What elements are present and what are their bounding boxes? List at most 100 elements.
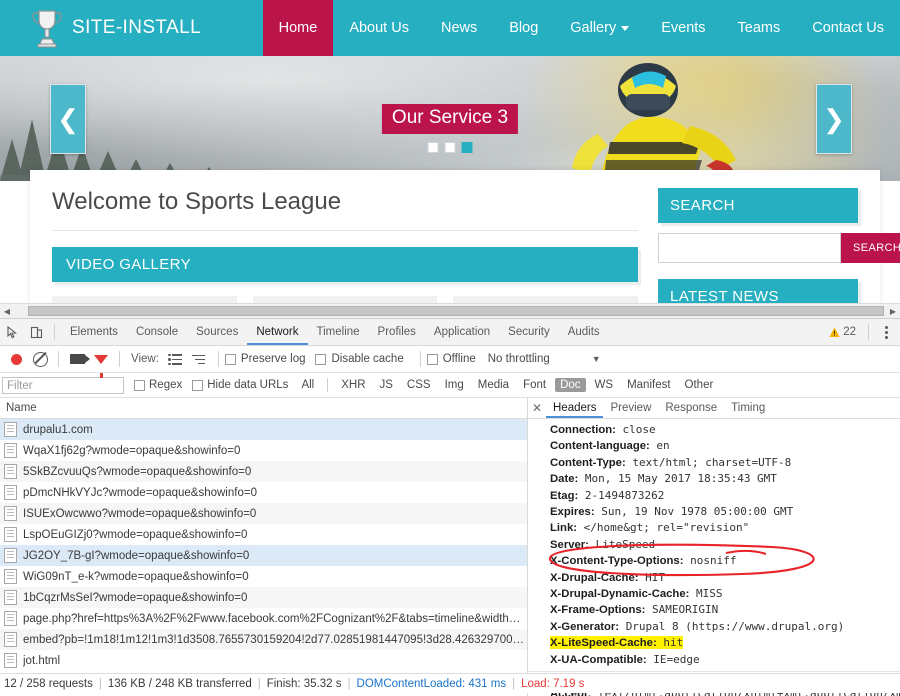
table-row[interactable]: WqaX1fj62g?wmode=opaque&showinfo=0 xyxy=(0,440,527,461)
carousel-next-button[interactable]: ❯ xyxy=(816,83,852,154)
search-button[interactable]: SEARCH xyxy=(841,233,900,263)
devtools-more-menu-icon[interactable] xyxy=(881,325,892,339)
header-value: nosniff xyxy=(690,554,737,568)
inspect-element-icon[interactable] xyxy=(0,320,24,344)
nav-label: Contact Us xyxy=(812,20,884,36)
site-logo[interactable]: SITE-INSTALL xyxy=(0,8,263,48)
type-filter-font[interactable]: Font xyxy=(518,378,551,392)
detail-tab-timing[interactable]: Timing xyxy=(724,398,772,418)
type-filter-media[interactable]: Media xyxy=(473,378,514,392)
carousel-dot-3[interactable] xyxy=(461,142,473,153)
type-filter-all[interactable]: All xyxy=(296,378,319,392)
tab-console[interactable]: Console xyxy=(127,319,187,345)
table-row[interactable]: jot.html xyxy=(0,650,527,671)
carousel-dot-1[interactable] xyxy=(427,142,439,153)
type-filter-xhr[interactable]: XHR xyxy=(336,378,370,392)
tab-security[interactable]: Security xyxy=(499,319,559,345)
table-row[interactable]: 5SkBZcvuuQs?wmode=opaque&showinfo=0 xyxy=(0,461,527,482)
header-row: Link: </home&gt; rel="revision" xyxy=(528,520,900,536)
request-list: Name drupalu1.com WqaX1fj62g?wmode=opaqu… xyxy=(0,398,528,696)
waterfall-view-button[interactable] xyxy=(188,347,212,371)
table-row[interactable]: embed?pb=!1m18!1m12!1m3!1d3508.765573015… xyxy=(0,629,527,650)
disable-cache-checkbox[interactable]: Disable cache xyxy=(315,353,404,365)
header-value: </home&gt; rel="revision" xyxy=(583,521,750,535)
table-row[interactable]: WiG09nT_e-k?wmode=opaque&showinfo=0 xyxy=(0,566,527,587)
document-icon xyxy=(4,527,17,542)
nav-item-gallery[interactable]: Gallery xyxy=(554,0,645,56)
type-filter-img[interactable]: Img xyxy=(440,378,469,392)
header-key: Date: xyxy=(550,473,579,486)
tab-network[interactable]: Network xyxy=(247,319,308,345)
clear-button[interactable] xyxy=(28,347,52,371)
offline-checkbox[interactable]: Offline xyxy=(426,353,476,365)
nav-item-teams[interactable]: Teams xyxy=(722,0,797,56)
header-value: MISS xyxy=(695,587,723,601)
record-button[interactable] xyxy=(4,347,28,371)
header-row: Content-language: en xyxy=(528,438,900,454)
tab-profiles[interactable]: Profiles xyxy=(369,319,425,345)
table-row[interactable]: JG2OY_7B-gI?wmode=opaque&showinfo=0 xyxy=(0,545,527,566)
table-row[interactable]: ISUExOwcwwo?wmode=opaque&showinfo=0 xyxy=(0,503,527,524)
page-horizontal-scrollbar[interactable]: ◀ ▶ xyxy=(0,303,900,318)
detail-tab-preview[interactable]: Preview xyxy=(603,398,658,418)
scroll-left-arrow[interactable]: ◀ xyxy=(0,304,14,318)
type-filter-css[interactable]: CSS xyxy=(402,378,436,392)
detail-tab-headers[interactable]: Headers xyxy=(546,398,604,418)
table-row[interactable]: 1bCqzrMsSeI?wmode=opaque&showinfo=0 xyxy=(0,587,527,608)
scrollbar-track[interactable] xyxy=(14,304,886,318)
checkbox-box xyxy=(134,379,145,391)
header-value: SAMEORIGIN xyxy=(652,603,719,617)
filter-toggle-button[interactable] xyxy=(89,347,113,378)
header-value: Mon, 15 May 2017 18:35:43 GMT xyxy=(584,472,777,486)
cyclist-image xyxy=(572,63,736,181)
scrollbar-thumb[interactable] xyxy=(28,306,884,316)
list-view-button[interactable] xyxy=(164,347,188,371)
type-filter-manifest[interactable]: Manifest xyxy=(622,378,675,392)
table-row[interactable]: drupalu1.com xyxy=(0,419,527,440)
checkbox-box xyxy=(315,353,327,365)
carousel-prev-button[interactable]: ❮ xyxy=(50,83,86,154)
nav-item-about-us[interactable]: About Us xyxy=(333,0,425,56)
type-filter-doc[interactable]: Doc xyxy=(555,378,586,392)
divider xyxy=(327,378,329,392)
regex-checkbox[interactable]: Regex xyxy=(134,379,182,391)
carousel-dot-2[interactable] xyxy=(444,142,456,153)
preserve-log-checkbox[interactable]: Preserve log xyxy=(224,353,305,365)
nav-label: Teams xyxy=(737,20,781,36)
header-key: Server: xyxy=(550,538,589,551)
nav-item-events[interactable]: Events xyxy=(645,0,721,56)
tab-sources[interactable]: Sources xyxy=(187,319,247,345)
table-row[interactable]: page.php?href=https%3A%2F%2Fwww.facebook… xyxy=(0,608,527,629)
scroll-right-arrow[interactable]: ▶ xyxy=(886,304,900,318)
header-key: Etag: xyxy=(550,489,579,502)
request-name: drupalu1.com xyxy=(23,423,93,436)
filter-input[interactable]: Filter xyxy=(2,376,124,394)
detail-tab-response[interactable]: Response xyxy=(658,398,724,418)
request-name: JG2OY_7B-gI?wmode=opaque&showinfo=0 xyxy=(23,549,250,562)
type-filter-ws[interactable]: WS xyxy=(590,378,619,392)
type-filter-js[interactable]: JS xyxy=(375,378,398,392)
table-row[interactable]: LspOEuGIZj0?wmode=opaque&showinfo=0 xyxy=(0,524,527,545)
header-key: X-LiteSpeed-Cache: xyxy=(550,637,657,650)
type-filter-other[interactable]: Other xyxy=(680,378,719,392)
close-icon[interactable]: ✕ xyxy=(528,401,546,415)
nav-item-home[interactable]: Home xyxy=(262,0,334,56)
nav-item-contact-us[interactable]: Contact Us xyxy=(796,0,900,56)
tab-timeline[interactable]: Timeline xyxy=(308,319,369,345)
throttling-select[interactable]: No throttling xyxy=(488,353,550,365)
nav-item-news[interactable]: News xyxy=(425,0,493,56)
toggle-device-toolbar-icon[interactable] xyxy=(24,320,48,344)
throttling-caret-icon[interactable]: ▼ xyxy=(592,354,601,364)
tab-application[interactable]: Application xyxy=(425,319,499,345)
tab-elements[interactable]: Elements xyxy=(61,319,127,345)
document-icon xyxy=(4,653,17,668)
nav-item-blog[interactable]: Blog xyxy=(493,0,554,56)
tab-audits[interactable]: Audits xyxy=(559,319,609,345)
search-input[interactable] xyxy=(658,233,841,263)
hide-data-urls-checkbox[interactable]: Hide data URLs xyxy=(192,379,288,391)
request-name: pDmcNHkVYJc?wmode=opaque&showinfo=0 xyxy=(23,486,257,499)
header-value: 2-1494873262 xyxy=(584,488,665,502)
table-row[interactable]: pDmcNHkVYJc?wmode=opaque&showinfo=0 xyxy=(0,482,527,503)
warning-count[interactable]: 22 xyxy=(829,326,856,338)
capture-screenshots-button[interactable] xyxy=(65,347,90,371)
